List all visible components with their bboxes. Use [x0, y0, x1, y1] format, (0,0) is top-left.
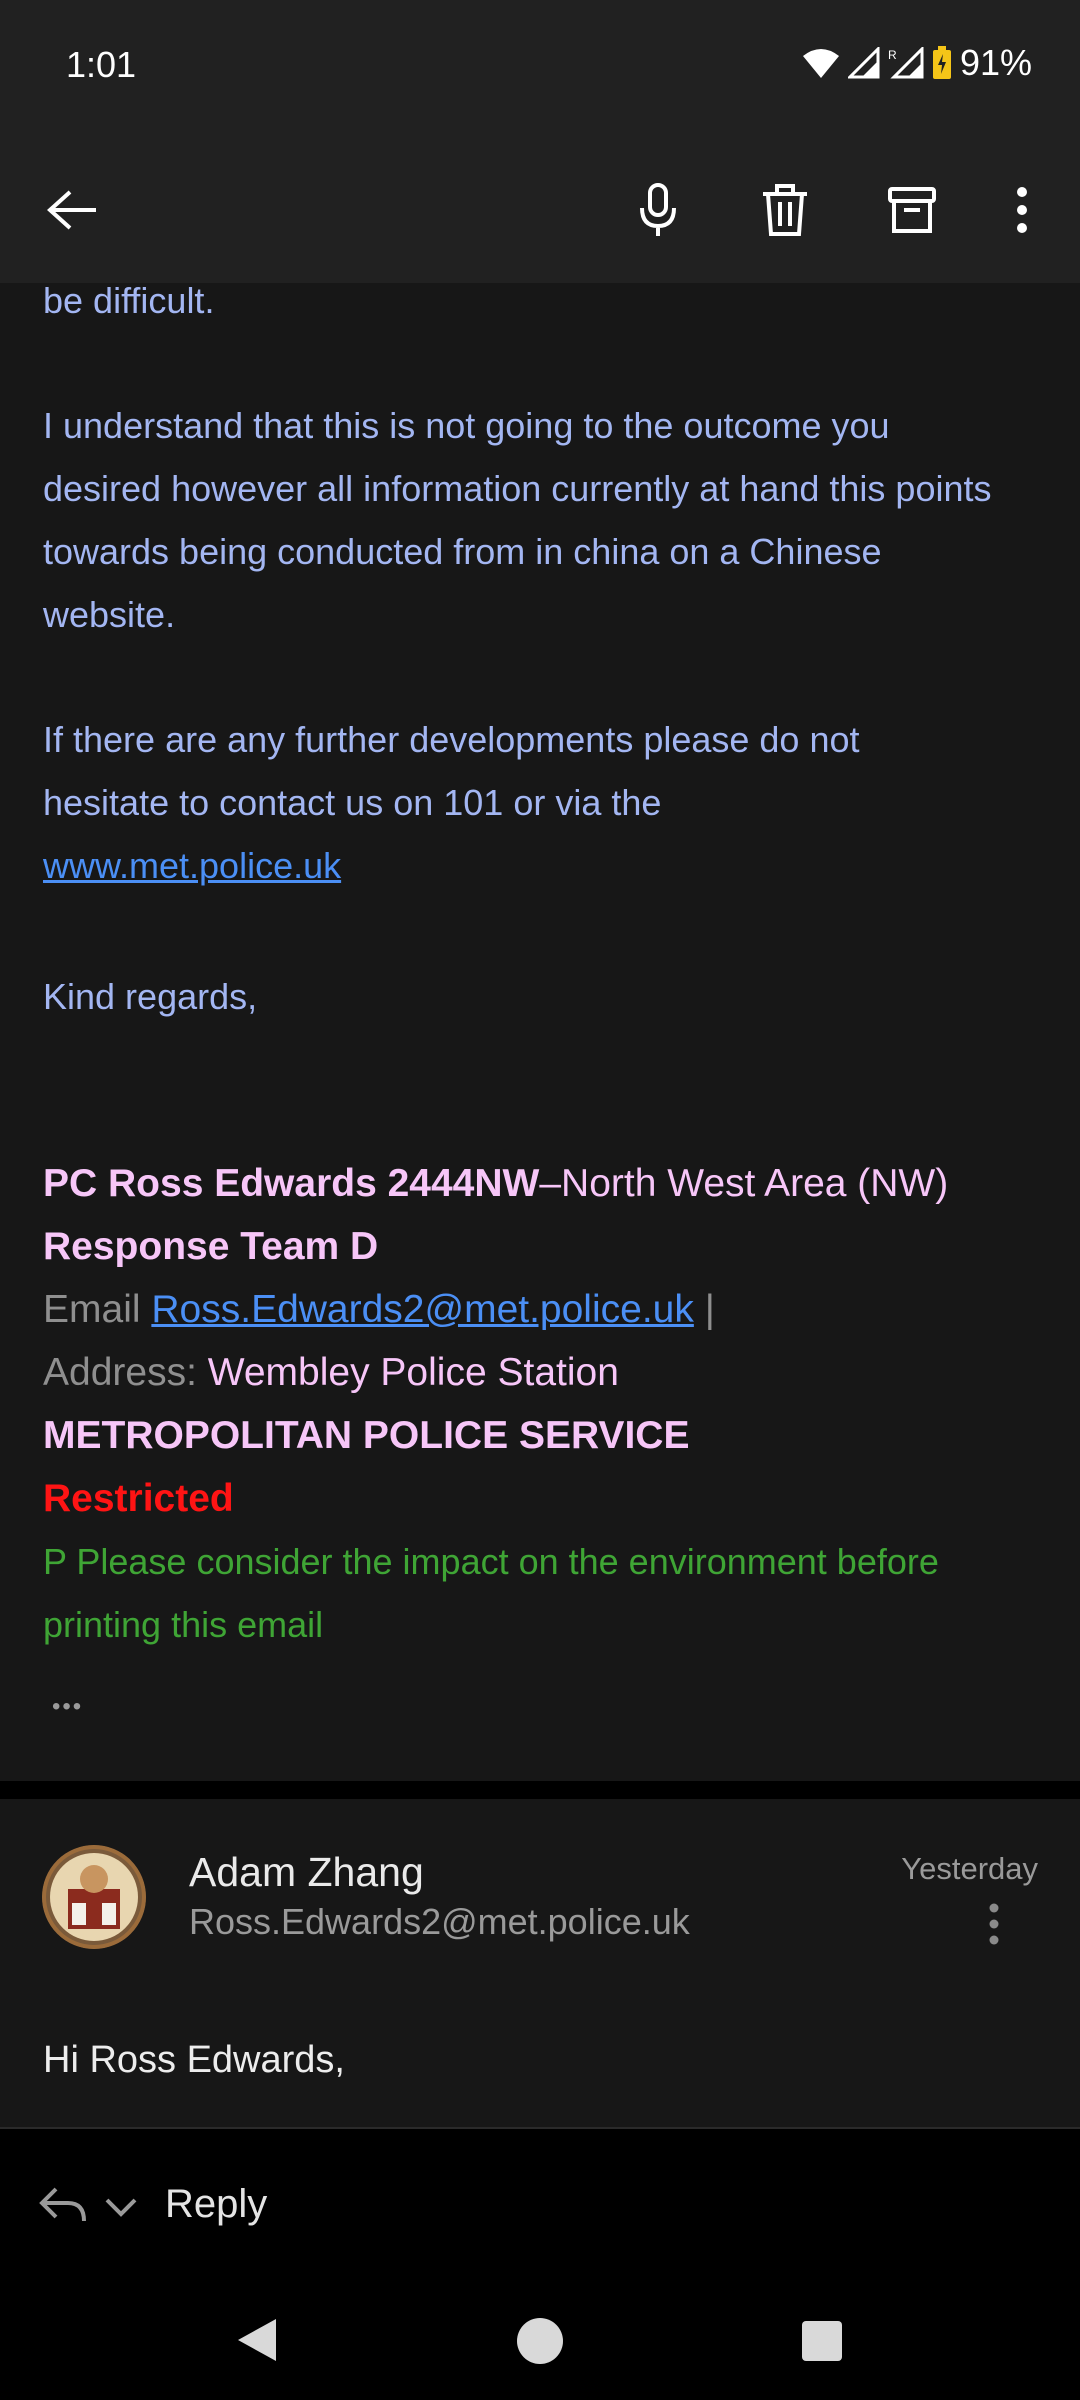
website-link[interactable]: www.met.police.uk — [43, 845, 341, 886]
svg-text:R: R — [888, 48, 897, 62]
signal-icon — [847, 47, 880, 79]
signal-roaming-icon: R — [888, 47, 924, 79]
body-paragraph-1: I understand that this is not going to t… — [43, 405, 992, 635]
signature-name-line: PC Ross Edwards 2444NW–North West Area (… — [43, 1152, 948, 1215]
status-time: 1:01 — [66, 44, 137, 85]
delete-button[interactable] — [743, 168, 827, 252]
status-bar: 1:01 R 91% — [0, 0, 1080, 138]
more-vertical-icon — [989, 1903, 999, 1945]
message-date: Yesterday — [901, 1851, 1038, 1886]
battery-icon — [932, 46, 951, 79]
signature-org: METROPOLITAN POLICE SERVICE — [43, 1414, 690, 1457]
system-navigation-bar — [0, 2277, 1080, 2400]
signature-email-line: Email Ross.Edwards2@met.police.uk | — [43, 1278, 715, 1341]
body-paragraph-2-text: If there are any further developments pl… — [43, 719, 860, 823]
signature-email-label: Email — [43, 1288, 141, 1331]
message-more-button[interactable] — [988, 1903, 1000, 1950]
environment-note: P Please consider the impact on the envi… — [43, 1541, 939, 1645]
signature-email-link[interactable]: Ross.Edwards2@met.police.uk — [151, 1288, 693, 1331]
nav-recents-icon[interactable] — [802, 2321, 842, 2361]
reply-label[interactable]: Reply — [165, 2182, 267, 2227]
signature-area: North West Area (NW) — [561, 1162, 949, 1205]
sender-name: Adam Zhang — [189, 1849, 424, 1895]
nav-home-icon[interactable] — [516, 2317, 564, 2365]
back-button[interactable] — [30, 168, 114, 252]
voice-button[interactable] — [616, 168, 700, 252]
status-icons: R 91% — [802, 42, 1032, 84]
nav-back-icon[interactable] — [236, 2317, 278, 2363]
signature-name: PC Ross Edwards 2444NW — [43, 1162, 540, 1205]
chevron-down-icon[interactable] — [104, 2197, 138, 2217]
body-fragment: be difficult. — [43, 283, 215, 321]
message-2-greeting: Hi Ross Edwards, — [43, 2039, 345, 2081]
arrow-left-icon — [47, 190, 96, 230]
sender-email: Ross.Edwards2@met.police.uk — [189, 1901, 690, 1942]
reply-icon — [39, 2187, 86, 2222]
signature-address: Wembley Police Station — [207, 1351, 619, 1394]
signature-email-separator: | — [704, 1288, 715, 1331]
more-vertical-icon — [1017, 187, 1027, 233]
signature-team: Response Team D — [43, 1225, 379, 1268]
reply-bar[interactable]: Reply — [0, 2127, 1080, 2279]
archive-button[interactable] — [870, 168, 954, 252]
message-body: be difficult. I understand that this is … — [0, 283, 1080, 1781]
top-app-bar — [0, 138, 1080, 283]
restricted-label: Restricted — [43, 1477, 234, 1520]
message-divider — [0, 1781, 1080, 1799]
closing: Kind regards, — [43, 976, 258, 1017]
battery-percent: 91% — [959, 42, 1032, 83]
archive-icon — [888, 187, 936, 233]
signature-dash: – — [539, 1162, 562, 1205]
message-2: Adam Zhang Ross.Edwards2@met.police.uk Y… — [0, 1799, 1080, 2127]
more-options-button[interactable] — [980, 168, 1064, 252]
avatar[interactable] — [42, 1845, 146, 1949]
trash-icon — [763, 184, 807, 236]
signature-address-label: Address: — [43, 1351, 197, 1394]
microphone-icon — [640, 183, 676, 236]
body-paragraph-2: If there are any further developments pl… — [43, 708, 963, 897]
signature-address-line: Address: Wembley Police Station — [43, 1341, 619, 1404]
wifi-icon — [802, 49, 839, 78]
show-trimmed-content-button[interactable]: ••• — [52, 1693, 83, 1721]
